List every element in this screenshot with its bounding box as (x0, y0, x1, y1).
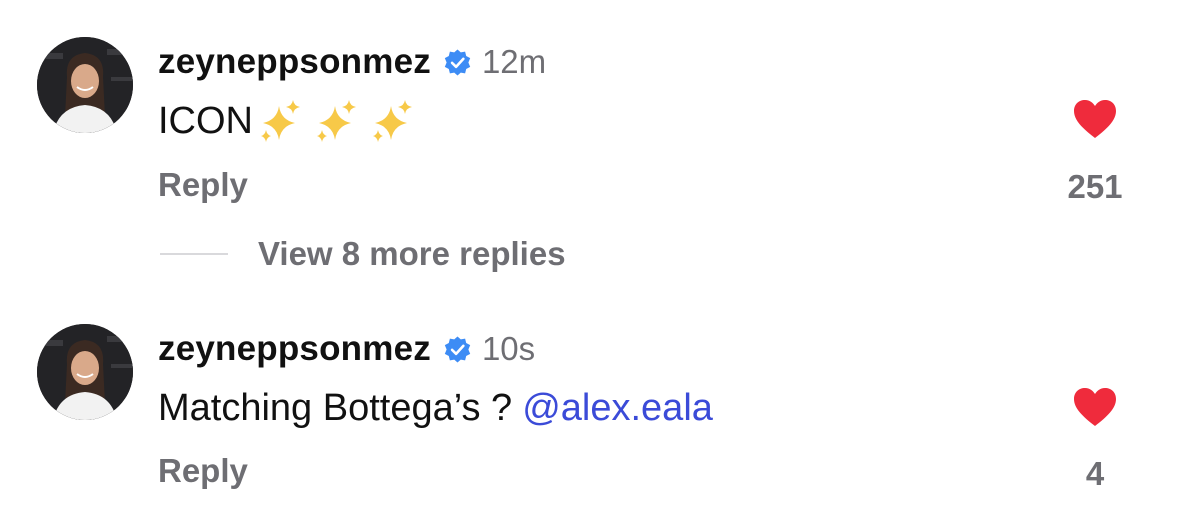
comment-2: zeyneppsonmez 10s Matching Bottega’s ? @… (0, 0, 1179, 518)
avatar[interactable] (37, 324, 133, 420)
comment-body: Matching Bottega’s ? (158, 386, 513, 429)
mention-link[interactable]: @alex.eala (522, 387, 713, 430)
avatar-image (37, 324, 133, 420)
verified-badge-icon (443, 335, 472, 364)
heart-icon[interactable] (1072, 386, 1118, 428)
like-count: 4 (1085, 455, 1105, 492)
username[interactable]: zeyneppsonmez (158, 329, 431, 369)
timestamp: 10s (481, 330, 536, 367)
reply-button[interactable]: Reply (158, 452, 248, 490)
comment-header: zeyneppsonmez 10s (158, 329, 535, 369)
comment-text: Matching Bottega’s ? @alex.eala (158, 383, 713, 433)
